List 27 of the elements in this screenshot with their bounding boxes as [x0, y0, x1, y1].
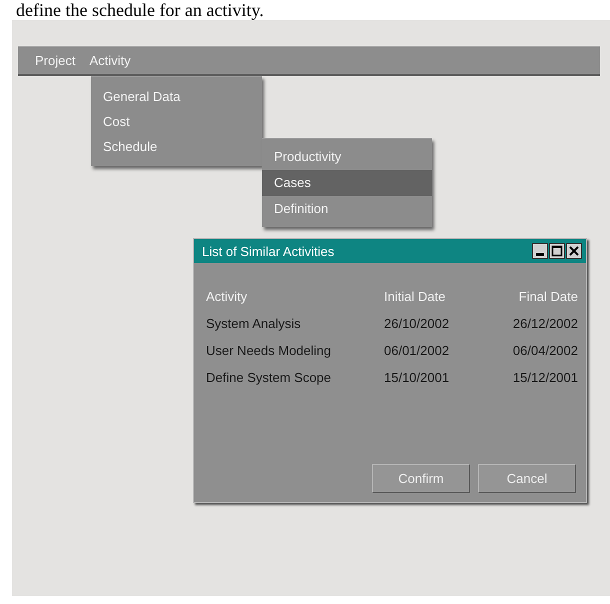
menu-item[interactable]: Schedule — [91, 139, 262, 154]
menu-item[interactable]: General Data — [91, 89, 262, 104]
menu-item[interactable]: Cases — [262, 170, 432, 196]
caption: define the schedule for an activity. — [15, 0, 265, 20]
table-cell-text: 15/12/2001 — [512, 370, 578, 385]
table-cell-text: 06/01/2002 — [384, 343, 450, 358]
column-header: Initial Date — [384, 289, 446, 304]
table-cell-text: 15/10/2001 — [384, 370, 450, 385]
close-icon[interactable] — [566, 243, 582, 259]
table-cell-text: Define System Scope — [206, 370, 332, 385]
column-header: Final Date — [518, 289, 578, 304]
table-cell-text: User Needs Modeling — [206, 343, 332, 358]
menu-title[interactable]: Project — [28, 53, 82, 68]
table-cell-text: 26/12/2002 — [512, 316, 578, 331]
menu-item[interactable]: Cost — [91, 114, 262, 129]
table-cell-text: System Analysis — [206, 316, 302, 331]
menu-item[interactable]: Definition — [262, 196, 432, 222]
window-title: List of Similar Activities — [202, 244, 334, 258]
table-cell-text: 26/10/2002 — [384, 316, 450, 331]
maximize-icon[interactable] — [549, 243, 565, 259]
confirm-button[interactable]: Confirm — [372, 464, 470, 493]
table-cell-text: 06/04/2002 — [512, 343, 578, 358]
menu-title[interactable]: Activity — [82, 53, 138, 68]
column-header: Activity — [206, 289, 248, 304]
minimize-icon[interactable] — [532, 243, 548, 259]
cancel-button[interactable]: Cancel — [478, 464, 576, 493]
menu-item[interactable]: Productivity — [262, 144, 432, 170]
